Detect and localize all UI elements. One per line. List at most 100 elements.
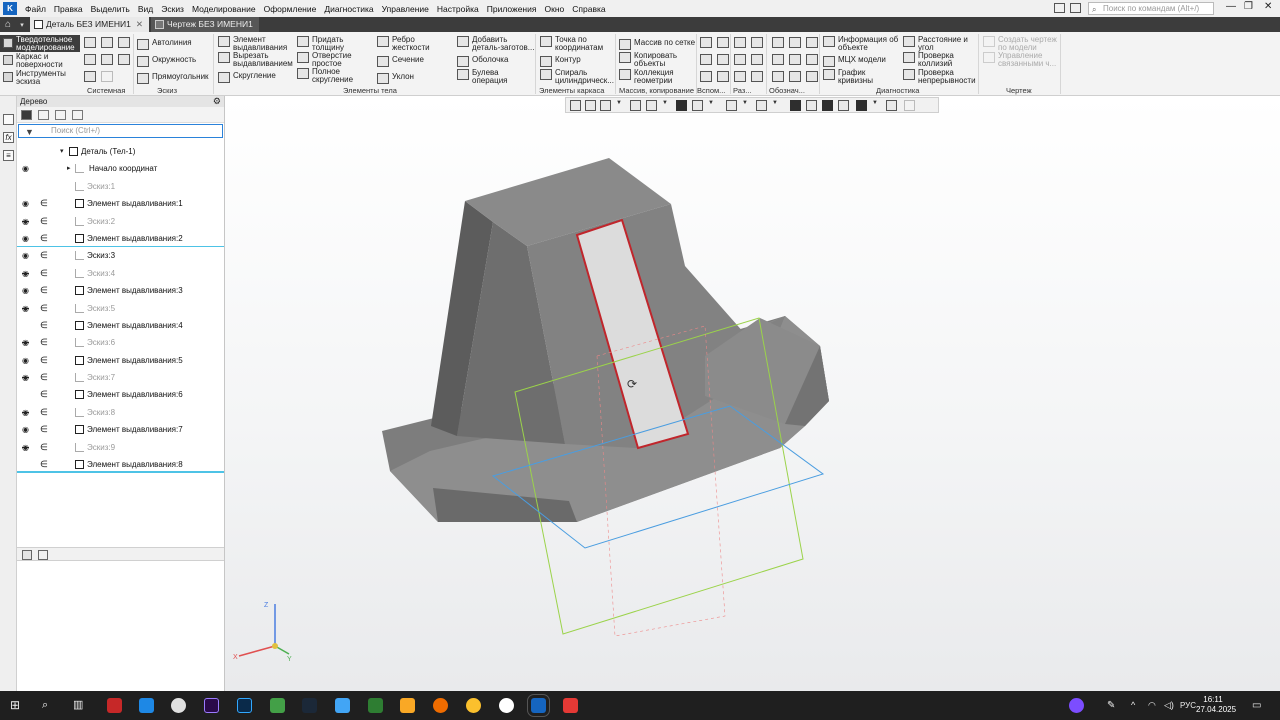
tree-tab-icon[interactable] xyxy=(22,550,32,560)
home-icon[interactable]: ⌂ xyxy=(0,17,16,32)
mode-wireframe[interactable]: Каркас и поверхности xyxy=(0,52,80,69)
window-layout-icon[interactable] xyxy=(1054,3,1065,13)
app-assistant-icon[interactable] xyxy=(1069,698,1084,713)
tree-row[interactable]: ∈ Элемент выдавливания:8 xyxy=(17,456,224,474)
circle-button[interactable]: Окружность xyxy=(137,56,196,67)
tree-grid-icon[interactable] xyxy=(72,110,83,120)
curvature-graph-button[interactable]: График кривизны xyxy=(823,69,883,85)
tree-row[interactable]: ◉ ∈ Эскиз:2 xyxy=(17,213,224,230)
search-icon[interactable]: ⌕ xyxy=(42,691,48,720)
save-icon[interactable] xyxy=(118,37,130,48)
menu-item[interactable]: Управление xyxy=(378,4,433,14)
include-icon[interactable]: ∈ xyxy=(40,456,48,473)
menu-item[interactable]: Окно xyxy=(540,4,568,14)
pen-icon[interactable]: ✎ xyxy=(1107,691,1115,720)
visibility-eye-icon[interactable]: ◉ xyxy=(22,404,29,421)
chevron-right-icon[interactable]: ▸ xyxy=(67,160,71,177)
line-aux-icon[interactable] xyxy=(789,37,801,48)
angular-dim-icon[interactable] xyxy=(789,71,801,82)
tree-row[interactable]: ◉ ∈ Элемент выдавливания:3 xyxy=(17,282,224,299)
tree-row[interactable]: ◉ ∈ Эскиз:7 xyxy=(17,369,224,386)
angular-dim-icon[interactable] xyxy=(717,71,729,82)
continuity-check-button[interactable]: Проверка непрерывности xyxy=(903,69,979,85)
visibility-eye-icon[interactable]: ◉ xyxy=(22,334,29,351)
close-button[interactable]: ✕ xyxy=(1264,1,1272,12)
object-info-button[interactable]: Информация об объекте xyxy=(823,36,901,52)
tree-row[interactable]: Эскиз:1 xyxy=(17,178,224,195)
menu-item[interactable]: Справка xyxy=(568,4,609,14)
linear-dim-icon[interactable] xyxy=(717,54,729,65)
visibility-eye-icon[interactable]: ◉ xyxy=(22,439,29,456)
section-button[interactable]: Сечение xyxy=(377,56,424,67)
menu-item[interactable]: Правка xyxy=(50,4,87,14)
include-icon[interactable]: ∈ xyxy=(40,213,48,230)
collision-check-button[interactable]: Проверка коллизий xyxy=(903,52,973,68)
tree-row[interactable]: ◉ ∈ Элемент выдавливания:2 xyxy=(17,230,224,248)
properties-icon[interactable] xyxy=(3,114,14,125)
tree-order-icon[interactable] xyxy=(38,110,49,120)
point-by-coords-button[interactable]: Точка по координатам xyxy=(540,36,614,52)
tree-row[interactable]: ◉ ∈ Эскиз:9 xyxy=(17,439,224,456)
menu-item[interactable]: Приложения xyxy=(483,4,541,14)
3d-viewport[interactable]: ▼ ▼ ▼ ▼ ▼ ▼ Z X Y ⟳ xyxy=(225,96,1280,691)
visibility-eye-icon[interactable]: ◉ xyxy=(22,160,29,177)
radial-dim-icon[interactable] xyxy=(734,37,746,48)
include-icon[interactable]: ∈ xyxy=(40,439,48,456)
app-chrome-alt-icon[interactable] xyxy=(171,698,186,713)
menu-item[interactable]: Вид xyxy=(134,4,157,14)
full-fillet-button[interactable]: Полное скругление xyxy=(297,68,357,84)
tree-row[interactable]: ▾ Деталь (Тел-1) xyxy=(17,143,224,160)
base-icon[interactable] xyxy=(751,37,763,48)
include-icon[interactable]: ∈ xyxy=(40,247,48,264)
diameter-dim-icon[interactable] xyxy=(734,54,746,65)
extrude-button[interactable]: Элемент выдавливания xyxy=(218,36,294,52)
include-icon[interactable]: ∈ xyxy=(40,369,48,386)
include-icon[interactable]: ∈ xyxy=(40,230,48,247)
include-icon[interactable]: ∈ xyxy=(40,195,48,212)
include-icon[interactable]: ∈ xyxy=(40,352,48,369)
geometry-collection-button[interactable]: Коллекция геометрии xyxy=(619,69,693,85)
app-edge-icon[interactable] xyxy=(139,698,154,713)
fillet-button[interactable]: Скругление xyxy=(218,72,276,83)
visibility-eye-icon[interactable]: ◉ xyxy=(22,369,29,386)
new-file-icon[interactable] xyxy=(84,37,96,48)
plane-icon[interactable] xyxy=(772,37,784,48)
diameter-dim-icon[interactable] xyxy=(806,54,818,65)
app-after-effects-icon[interactable] xyxy=(204,698,219,713)
app-generic-icon[interactable] xyxy=(368,698,383,713)
include-icon[interactable]: ∈ xyxy=(40,300,48,317)
chevron-down-icon[interactable]: ▾ xyxy=(60,143,64,160)
roughness-icon[interactable] xyxy=(734,71,746,82)
gear-icon[interactable]: ⚙ xyxy=(213,96,221,107)
menu-item[interactable]: Оформление xyxy=(260,4,321,14)
distance-angle-button[interactable]: Расстояние и угол xyxy=(903,36,973,52)
app-steam-icon[interactable] xyxy=(302,698,317,713)
tree-row[interactable]: ◉ ∈ Эскиз:5 xyxy=(17,300,224,317)
clock[interactable]: 16:11 27.04.2025 xyxy=(1196,695,1236,715)
menu-item[interactable]: Диагностика xyxy=(320,4,377,14)
command-search-input[interactable]: ⌕ Поиск по командам (Alt+/) xyxy=(1088,2,1214,15)
visibility-eye-icon[interactable]: ◉ xyxy=(22,421,29,438)
rib-button[interactable]: Ребро жесткости xyxy=(377,36,433,52)
app-utorrent-icon[interactable] xyxy=(270,698,285,713)
visibility-eye-icon[interactable]: ◉ xyxy=(22,282,29,299)
tree-row[interactable]: ◉ ∈ Эскиз:8 xyxy=(17,404,224,421)
paste-icon[interactable] xyxy=(118,54,130,65)
include-icon[interactable]: ∈ xyxy=(40,317,48,334)
app-feather-icon[interactable] xyxy=(335,698,350,713)
point-aux-icon[interactable] xyxy=(772,71,784,82)
tree-row[interactable]: ∈ Элемент выдавливания:6 xyxy=(17,386,224,403)
grid-array-button[interactable]: Массив по сетке xyxy=(619,39,695,50)
tray-chevron-icon[interactable]: ^ xyxy=(1131,691,1135,720)
boolean-button[interactable]: Булева операция xyxy=(457,69,517,85)
tree-search-input[interactable]: ▼ Поиск (Ctrl+/) xyxy=(18,124,223,138)
visibility-eye-icon[interactable]: ◉ xyxy=(22,247,29,264)
shell-button[interactable]: Оболочка xyxy=(457,56,508,67)
print-icon[interactable] xyxy=(84,54,96,65)
visibility-eye-icon[interactable]: ◉ xyxy=(22,300,29,317)
visibility-eye-icon[interactable]: ◉ xyxy=(22,230,29,247)
menu-item[interactable]: Моделирование xyxy=(188,4,260,14)
mass-properties-button[interactable]: МЦХ модели xyxy=(823,56,886,67)
include-icon[interactable]: ∈ xyxy=(40,386,48,403)
app-photoshop-icon[interactable] xyxy=(237,698,252,713)
